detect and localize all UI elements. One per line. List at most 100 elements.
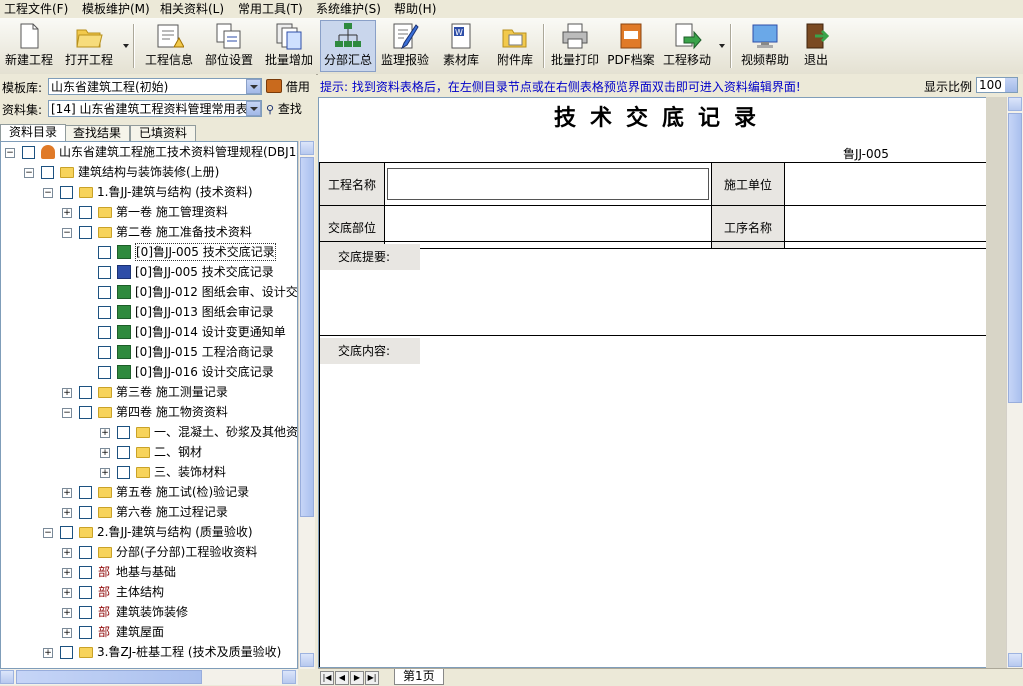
disclosure-content-area[interactable]: 交底内容: (319, 335, 987, 667)
tree-node[interactable]: [0]鲁JJ-012 图纸会审、设计交 (1, 282, 297, 302)
tree-node[interactable]: + 二、钢材 (1, 442, 297, 462)
menu-common-tools[interactable]: 常用工具(T) (238, 2, 303, 16)
tree-node[interactable]: [0]鲁JJ-005 技术交底记录 (1, 242, 297, 262)
catalog-tree[interactable]: − 山东省建筑工程施工技术资料管理规程(DBJ14 − 建筑结构与装饰装修(上册) − 1… (0, 141, 298, 669)
tree-checkbox[interactable] (79, 206, 92, 219)
collapse-icon[interactable]: − (24, 168, 34, 178)
open-project-button[interactable]: 打开工程 (60, 21, 118, 71)
tree-node[interactable]: [0]鲁JJ-013 图纸会审记录 (1, 302, 297, 322)
expand-icon[interactable]: + (62, 588, 72, 598)
tree-node[interactable]: − 第二卷 施工准备技术资料 (1, 222, 297, 242)
project-move-button[interactable]: 工程移动 (660, 21, 714, 71)
tree-checkbox[interactable] (98, 306, 111, 319)
chevron-down-icon[interactable] (246, 79, 261, 94)
tree-checkbox[interactable] (98, 286, 111, 299)
tree-checkbox[interactable] (98, 346, 111, 359)
scroll-up-icon[interactable] (1008, 97, 1022, 111)
attachment-library-button[interactable]: 附件库 (490, 21, 540, 71)
tree-checkbox[interactable] (98, 266, 111, 279)
tree-checkbox[interactable] (79, 386, 92, 399)
tree-horizontal-scrollbar[interactable] (0, 669, 298, 685)
tree-node[interactable]: − 1.鲁JJ-建筑与结构 (技术资料) (1, 182, 297, 202)
tree-node[interactable]: [0]鲁JJ-014 设计变更通知单 (1, 322, 297, 342)
form-code-box[interactable] (905, 141, 959, 161)
tab-catalog[interactable]: 资料目录 (0, 124, 67, 141)
template-library-select[interactable]: 山东省建筑工程(初始) (48, 78, 262, 95)
expand-icon[interactable]: + (62, 388, 72, 398)
tree-checkbox[interactable] (98, 246, 111, 259)
chevron-down-icon[interactable] (246, 101, 261, 116)
summary-button[interactable]: 分部汇总 (320, 20, 376, 72)
collapse-icon[interactable]: − (62, 228, 72, 238)
batch-print-button[interactable]: 批量打印 (548, 21, 602, 71)
tree-node[interactable]: + 第六卷 施工过程记录 (1, 502, 297, 522)
tree-node[interactable]: [0]鲁JJ-005 技术交底记录 (1, 262, 297, 282)
menu-project-file[interactable]: 工程文件(F) (4, 2, 68, 16)
tree-checkbox[interactable] (117, 466, 130, 479)
supervision-report-button[interactable]: 监理报验 (378, 21, 432, 71)
last-sheet-icon[interactable]: ▶| (365, 671, 379, 685)
tab-search-results[interactable]: 查找结果 (64, 125, 131, 141)
tree-node[interactable]: + 部地基与基础 (1, 562, 297, 582)
exit-button[interactable]: 退出 (796, 21, 836, 71)
tree-checkbox[interactable] (98, 326, 111, 339)
tree-checkbox[interactable] (79, 606, 92, 619)
video-help-button[interactable]: 视频帮助 (736, 21, 794, 71)
tree-node[interactable]: + 部建筑装饰装修 (1, 602, 297, 622)
scroll-left-icon[interactable] (0, 670, 14, 684)
expand-icon[interactable]: + (62, 608, 72, 618)
project-info-button[interactable]: 工程信息 (140, 21, 198, 71)
project-name-field[interactable] (384, 162, 712, 206)
tree-node[interactable]: [0]鲁JJ-015 工程洽商记录 (1, 342, 297, 362)
zoom-select[interactable]: 100 (976, 77, 1018, 93)
tree-checkbox[interactable] (41, 166, 54, 179)
tree-checkbox[interactable] (98, 366, 111, 379)
pdf-archive-button[interactable]: PDF档案 (604, 21, 658, 71)
tree-node[interactable]: − 建筑结构与装饰装修(上册) (1, 162, 297, 182)
project-move-dropdown-icon[interactable] (719, 44, 725, 48)
tree-node[interactable]: + 第三卷 施工测量记录 (1, 382, 297, 402)
open-project-dropdown-icon[interactable] (123, 44, 129, 48)
expand-icon[interactable]: + (62, 208, 72, 218)
expand-icon[interactable]: + (43, 648, 53, 658)
material-library-button[interactable]: W 素材库 (436, 21, 486, 71)
tree-checkbox[interactable] (79, 586, 92, 599)
expand-icon[interactable]: + (62, 548, 72, 558)
tree-node[interactable]: + 一、混凝土、砂浆及其他资料 (1, 422, 297, 442)
next-sheet-icon[interactable]: ▶ (350, 671, 364, 685)
menu-help[interactable]: 帮助(H) (394, 2, 436, 16)
scroll-down-icon[interactable] (300, 653, 314, 667)
tree-node[interactable]: − 山东省建筑工程施工技术资料管理规程(DBJ14 (1, 142, 297, 162)
tree-checkbox[interactable] (79, 406, 92, 419)
prev-sheet-icon[interactable]: ◀ (335, 671, 349, 685)
expand-icon[interactable]: + (62, 628, 72, 638)
scroll-thumb[interactable] (300, 157, 314, 517)
scroll-thumb[interactable] (1008, 113, 1022, 403)
collapse-icon[interactable]: − (62, 408, 72, 418)
scroll-down-icon[interactable] (1008, 653, 1022, 667)
tree-node[interactable]: + 部主体结构 (1, 582, 297, 602)
menu-system-maintenance[interactable]: 系统维护(S) (316, 2, 381, 16)
tree-checkbox[interactable] (79, 566, 92, 579)
tree-node[interactable]: +3.鲁ZJ-桩基工程 (技术及质量验收) (1, 642, 297, 662)
tree-node[interactable]: + 三、装饰材料 (1, 462, 297, 482)
menu-related-material[interactable]: 相关资料(L) (160, 2, 224, 16)
tree-node[interactable]: − 第四卷 施工物资资料 (1, 402, 297, 422)
tree-checkbox[interactable] (60, 186, 73, 199)
expand-icon[interactable]: + (100, 428, 110, 438)
tab-filled[interactable]: 已填资料 (130, 125, 197, 141)
disclosure-summary-area[interactable]: 交底提要: (319, 241, 987, 336)
tree-checkbox[interactable] (117, 446, 130, 459)
tree-node[interactable]: + 第一卷 施工管理资料 (1, 202, 297, 222)
expand-icon[interactable]: + (100, 448, 110, 458)
scroll-right-icon[interactable] (282, 670, 296, 684)
tree-vertical-scrollbar[interactable] (298, 141, 315, 669)
expand-icon[interactable]: + (62, 568, 72, 578)
tree-checkbox[interactable] (79, 486, 92, 499)
tree-node[interactable]: + 分部(子分部)工程验收资料 (1, 542, 297, 562)
tree-checkbox[interactable] (60, 526, 73, 539)
tree-checkbox[interactable] (79, 506, 92, 519)
tree-node[interactable]: + 部建筑屋面 (1, 622, 297, 642)
new-project-button[interactable]: 新建工程 (2, 21, 56, 71)
sheet-tab-page1[interactable]: 第1页 (394, 669, 444, 685)
